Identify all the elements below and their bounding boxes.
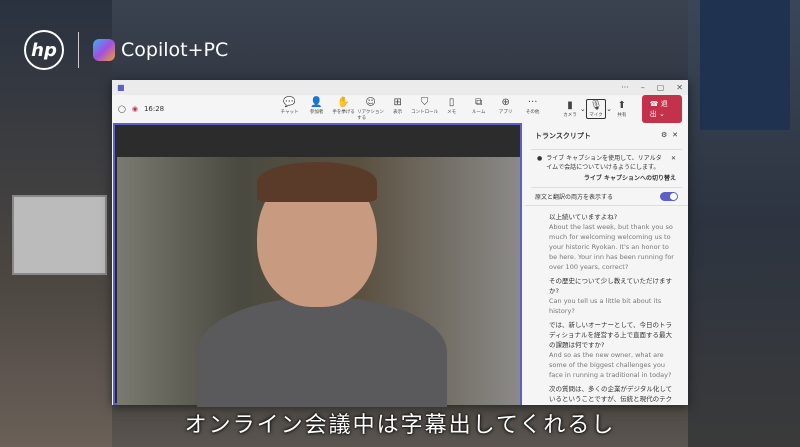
hp-logo: hp [24,30,64,70]
tool-grid[interactable]: ⊞ 表示 [384,97,411,121]
phone-icon: ☎ [649,99,659,108]
video-subtitle: オンライン会議中は字幕出してくれるし [184,413,616,438]
copilot-pc-logo: Copilot+PC [93,39,228,61]
tool-label: 参加者 [309,109,324,115]
more-icon: ··· [527,96,538,108]
dismiss-notice-icon[interactable]: ✕ [671,154,676,172]
maximize-button[interactable]: ▢ [657,83,665,92]
apps-icon: ⊕ [501,96,510,108]
tool-notes[interactable]: ▯ メモ [438,97,465,121]
share-label: 共有 [617,112,627,118]
tool-label: チャット [280,109,299,115]
people-icon: 👤 [310,96,323,108]
transcript-entry: では、新しいオーナーとして、今日のトラディショナルを経営する上で直面する最大の課… [549,320,676,380]
camera-button[interactable]: ▮ カメラ [560,100,580,118]
transcript-title: トランスクリプト [535,132,591,140]
title-bar: ■ ··· – ▢ ✕ [112,80,688,95]
tool-label: アプリ [498,109,513,115]
info-icon: ● [537,155,543,162]
tool-label: 表示 [393,109,403,115]
original-text: 以上続いていますよね? [549,213,618,221]
shield-icon: ◯ [118,104,126,113]
tool-label: ルーム [471,109,486,115]
leave-button[interactable]: ☎ 退出 ⌄ [641,94,682,123]
tool-smile[interactable]: ☺ リアクションする [357,97,384,121]
tool-people[interactable]: 👤 参加者 [303,97,330,121]
teams-window: ■ ··· – ▢ ✕ ◯ ◉ 16:28 💬 チャット 👤 参加者 ✋ 手を挙げる ☺ リア… [112,80,688,407]
transcript-list: 以上続いていますよね? About the last week, but than… [525,206,688,405]
divider [78,32,79,68]
meeting-toolbar: ◯ ◉ 16:28 💬 チャット 👤 参加者 ✋ 手を挙げる ☺ リアクションする ⊞ 表示 ⛉ コン… [112,94,688,123]
close-pane-icon[interactable]: ✕ [672,131,678,139]
mic-off-icon: 🎙 [589,99,603,111]
participant-video [117,157,520,407]
translated-text: Can you tell us a little bit about its h… [549,297,662,315]
notes-icon: ▯ [448,96,455,108]
transcript-entry: 以上続いていますよね? About the last week, but than… [549,212,676,272]
tool-label: その他 [525,109,540,115]
tool-rooms[interactable]: ⧉ ルーム [465,97,492,121]
translated-text: About the last week, but thank you so mu… [549,223,674,271]
original-text: その歴史について少し教えていただけますか? [549,277,672,295]
recording-icon: ◉ [131,104,138,113]
hand-icon: ✋ [337,96,350,108]
copilot-label: Copilot+PC [121,39,229,61]
brand-logos: hp Copilot+PC [24,30,228,70]
camera-off-icon: ▮ [567,99,573,111]
switch-to-captions-link[interactable]: ライブ キャプションへの切り替え [537,174,676,183]
teams-icon: ■ [117,83,125,92]
language-settings-icon[interactable]: ⚙ [661,131,667,139]
background-right [688,0,800,447]
shield-icon: ⛉ [420,96,429,108]
mic-label: マイク [589,112,603,118]
camera-label: カメラ [563,112,577,118]
close-window-button[interactable]: ✕ [676,83,683,92]
transcript-entry: その歴史について少し教えていただけますか? Can you tell us a l… [549,276,676,316]
background-shelf [12,195,107,275]
rooms-icon: ⧉ [475,96,483,108]
original-text: では、新しいオーナーとして、今日のトラディショナルを経営する上で直面する最大の課… [549,321,673,349]
tool-label: メモ [447,109,457,115]
minimize-button[interactable]: – [641,83,645,92]
video-stage [113,123,522,407]
background-noren [700,0,790,130]
notice-text: ライブ キャプションを使用して、リアルタイムで会話についていけるようにします。 [546,155,662,171]
tool-chat[interactable]: 💬 チャット [276,97,303,121]
chat-icon: 💬 [283,96,296,108]
caption-notice: ● ライブ キャプションを使用して、リアルタイムで会話についていけるようにします。… [531,149,682,188]
smile-icon: ☺ [365,96,376,108]
share-button[interactable]: ⬆ 共有 [612,100,632,118]
meeting-time: 16:28 [143,104,165,113]
transcript-entry: 次の質問は、多くの企業がデジタル化しているということですが、伝統と現代のテクノロ… [549,384,676,405]
copilot-icon [93,39,115,61]
show-both-label: 原文と翻訳の両方を表示する [535,194,614,201]
camera-options-chevron-icon[interactable]: ⌄ [580,105,586,113]
more-window-button[interactable]: ··· [621,83,629,92]
transcript-pane: トランスクリプト ⚙ ✕ ● ライブ キャプションを使用して、リアルタイムで会話につ… [525,123,688,405]
share-icon: ⬆ [617,99,627,111]
tool-apps[interactable]: ⊕ アプリ [492,97,519,121]
tool-hand[interactable]: ✋ 手を挙げる [330,97,357,121]
original-text: 次の質問は、多くの企業がデジタル化しているということですが、伝統と現代のテクノロ… [549,385,673,403]
tool-more[interactable]: ··· その他 [519,97,546,121]
translated-text: And so as the new owner, what are some o… [549,351,672,379]
grid-icon: ⊞ [393,96,402,108]
show-both-toggle[interactable] [660,192,678,201]
tool-label: コントロール [411,109,439,115]
mic-button[interactable]: 🎙 マイク [585,98,607,119]
tool-shield[interactable]: ⛉ コントロール [411,97,438,121]
tool-label: リアクションする [357,109,384,121]
tool-label: 手を挙げる [332,109,355,115]
